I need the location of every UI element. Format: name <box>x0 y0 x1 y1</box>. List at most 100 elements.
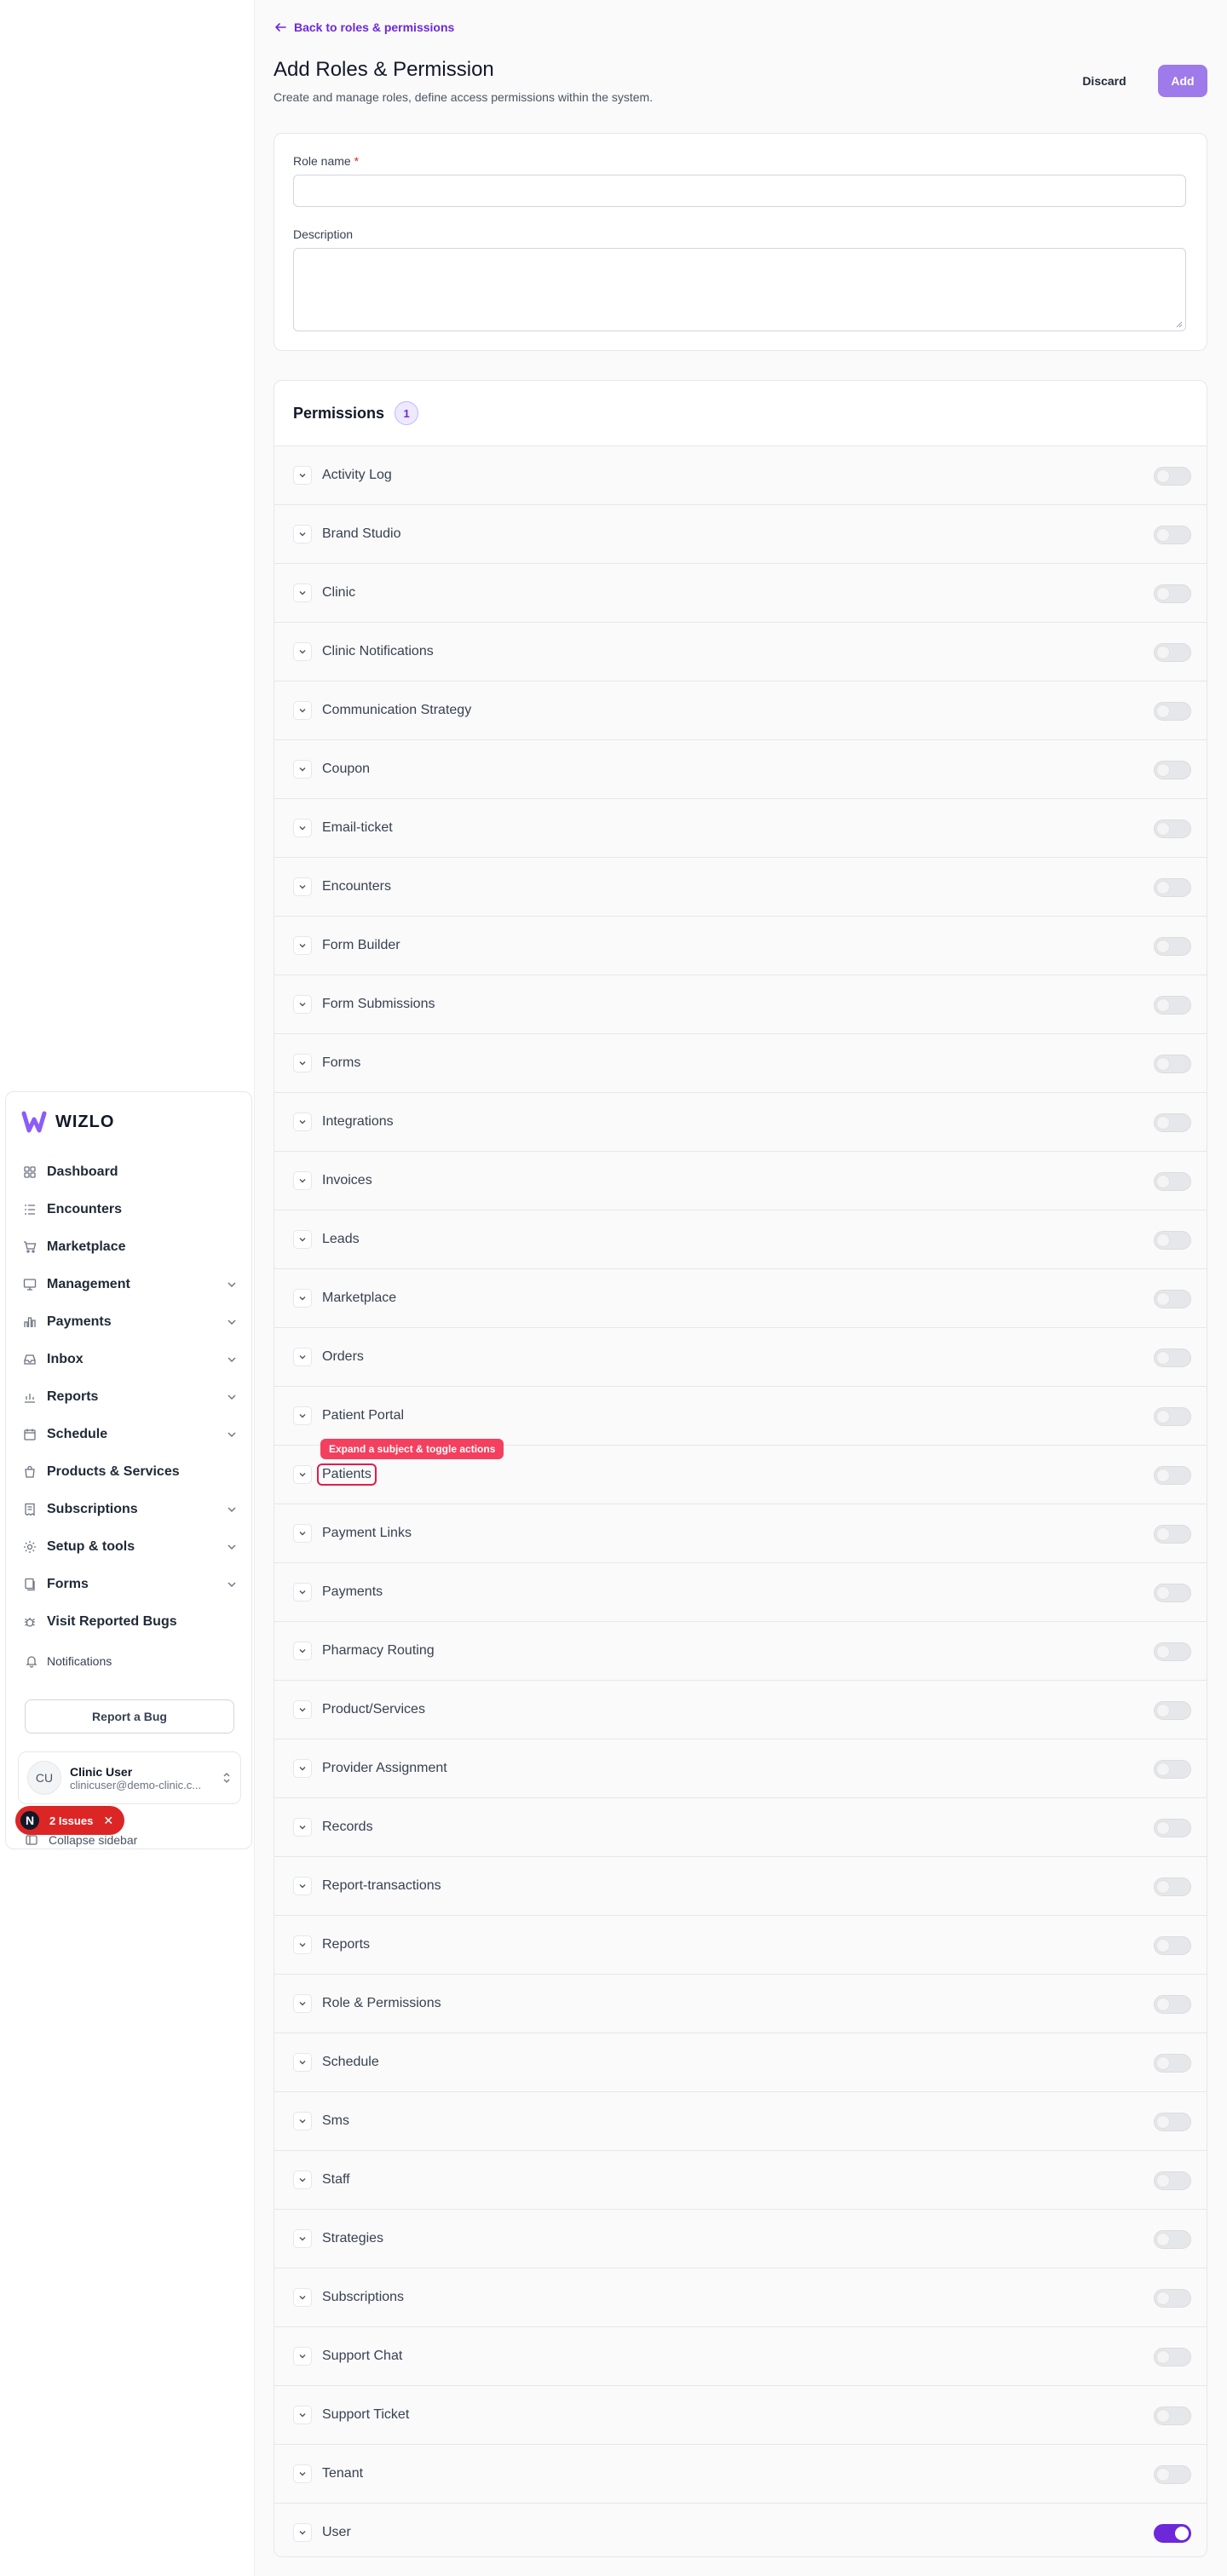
expand-button[interactable] <box>293 936 312 955</box>
permission-toggle[interactable] <box>1154 1172 1191 1191</box>
expand-button[interactable] <box>293 2288 312 2307</box>
description-textarea[interactable] <box>293 248 1186 331</box>
permission-toggle[interactable] <box>1154 2348 1191 2366</box>
sidebar-item-inbox[interactable]: Inbox <box>23 1341 238 1378</box>
permission-toggle[interactable] <box>1154 1525 1191 1544</box>
add-button[interactable]: Add <box>1158 65 1207 97</box>
expand-button[interactable] <box>293 2053 312 2072</box>
permission-toggle[interactable] <box>1154 937 1191 956</box>
chevron-down-icon[interactable] <box>226 1504 238 1515</box>
permission-toggle[interactable] <box>1154 819 1191 838</box>
expand-button[interactable] <box>293 1583 312 1601</box>
expand-button[interactable] <box>293 1465 312 1484</box>
permission-toggle[interactable] <box>1154 1407 1191 1426</box>
permission-toggle[interactable] <box>1154 1877 1191 1896</box>
sidebar-item-products-services[interactable]: Products & Services <box>23 1453 238 1491</box>
permission-toggle[interactable] <box>1154 584 1191 603</box>
expand-button[interactable] <box>293 2406 312 2424</box>
chevron-down-icon[interactable] <box>226 1391 238 1403</box>
permission-toggle[interactable] <box>1154 2289 1191 2308</box>
sidebar-item-schedule[interactable]: Schedule <box>23 1416 238 1453</box>
permission-toggle[interactable] <box>1154 1760 1191 1779</box>
permission-toggle[interactable] <box>1154 2113 1191 2131</box>
permission-toggle[interactable] <box>1154 1231 1191 1250</box>
expand-button[interactable] <box>293 1289 312 1308</box>
permission-toggle[interactable] <box>1154 1819 1191 1837</box>
permission-toggle[interactable] <box>1154 702 1191 721</box>
expand-button[interactable] <box>293 2112 312 2130</box>
expand-button[interactable] <box>293 1877 312 1895</box>
expand-button[interactable] <box>293 1994 312 2013</box>
permission-toggle[interactable] <box>1154 1113 1191 1132</box>
sidebar-item-dashboard[interactable]: Dashboard <box>23 1153 238 1191</box>
sidebar-item-management[interactable]: Management <box>23 1266 238 1303</box>
sidebar-item-payments[interactable]: Payments <box>23 1303 238 1341</box>
sidebar-item-subscriptions[interactable]: Subscriptions <box>23 1491 238 1528</box>
back-link[interactable]: Back to roles & permissions <box>274 20 454 34</box>
permission-toggle[interactable] <box>1154 761 1191 779</box>
expand-button[interactable] <box>293 2229 312 2248</box>
expand-button[interactable] <box>293 2171 312 2189</box>
expand-button[interactable] <box>293 2464 312 2483</box>
permission-toggle[interactable] <box>1154 996 1191 1015</box>
chevron-down-icon[interactable] <box>226 1429 238 1440</box>
permission-toggle[interactable] <box>1154 1348 1191 1367</box>
expand-button[interactable] <box>293 1759 312 1778</box>
chevron-down-icon[interactable] <box>226 1541 238 1553</box>
expand-button[interactable] <box>293 1700 312 1719</box>
permission-toggle[interactable] <box>1154 2524 1191 2543</box>
close-icon[interactable]: ✕ <box>103 1814 113 1828</box>
expand-button[interactable] <box>293 701 312 720</box>
permission-toggle[interactable] <box>1154 1642 1191 1661</box>
sidebar-item-encounters[interactable]: Encounters <box>23 1191 238 1228</box>
permission-toggle[interactable] <box>1154 2465 1191 2484</box>
role-name-input[interactable] <box>293 175 1186 207</box>
chevron-down-icon[interactable] <box>226 1578 238 1590</box>
expand-button[interactable] <box>293 1054 312 1072</box>
sidebar-item-marketplace[interactable]: Marketplace <box>23 1228 238 1266</box>
permission-toggle[interactable] <box>1154 526 1191 544</box>
sidebar-item-setup-tools[interactable]: Setup & tools <box>23 1528 238 1566</box>
expand-button[interactable] <box>293 466 312 485</box>
permission-toggle[interactable] <box>1154 1995 1191 2014</box>
collapse-sidebar-button[interactable]: Collapse sidebar <box>25 1833 137 1847</box>
permission-toggle[interactable] <box>1154 878 1191 897</box>
expand-button[interactable] <box>293 1406 312 1425</box>
issues-badge[interactable]: N 2 Issues ✕ <box>15 1806 124 1835</box>
sidebar-item-visit-reported-bugs[interactable]: Visit Reported Bugs <box>23 1603 238 1641</box>
expand-button[interactable] <box>293 1113 312 1131</box>
expand-button[interactable] <box>293 1348 312 1366</box>
permission-toggle[interactable] <box>1154 1936 1191 1955</box>
expand-button[interactable] <box>293 1524 312 1543</box>
permission-toggle[interactable] <box>1154 1290 1191 1308</box>
permission-toggle[interactable] <box>1154 1701 1191 1720</box>
permission-toggle[interactable] <box>1154 2054 1191 2073</box>
discard-button[interactable]: Discard <box>1073 65 1136 97</box>
chevron-down-icon[interactable] <box>226 1279 238 1291</box>
logo[interactable]: WIZLO <box>21 1107 114 1136</box>
expand-button[interactable] <box>293 819 312 837</box>
permission-toggle[interactable] <box>1154 2171 1191 2190</box>
report-bug-button[interactable]: Report a Bug <box>25 1699 234 1734</box>
notifications-link[interactable]: Notifications <box>25 1654 112 1668</box>
permission-toggle[interactable] <box>1154 2230 1191 2249</box>
permission-name[interactable]: Patients <box>317 1463 377 1486</box>
chevron-down-icon[interactable] <box>226 1354 238 1366</box>
permission-toggle[interactable] <box>1154 1466 1191 1485</box>
expand-button[interactable] <box>293 1818 312 1837</box>
sidebar-item-reports[interactable]: Reports <box>23 1378 238 1416</box>
expand-button[interactable] <box>293 877 312 896</box>
permission-toggle[interactable] <box>1154 643 1191 662</box>
expand-button[interactable] <box>293 1230 312 1249</box>
expand-button[interactable] <box>293 525 312 543</box>
expand-button[interactable] <box>293 1171 312 1190</box>
expand-button[interactable] <box>293 2347 312 2366</box>
expand-button[interactable] <box>293 2523 312 2542</box>
permission-toggle[interactable] <box>1154 1055 1191 1073</box>
sidebar-item-forms[interactable]: Forms <box>23 1566 238 1603</box>
permission-toggle[interactable] <box>1154 1584 1191 1602</box>
resize-handle-icon[interactable] <box>1176 321 1183 328</box>
permission-toggle[interactable] <box>1154 467 1191 486</box>
expand-button[interactable] <box>293 1935 312 1954</box>
permission-toggle[interactable] <box>1154 2406 1191 2425</box>
